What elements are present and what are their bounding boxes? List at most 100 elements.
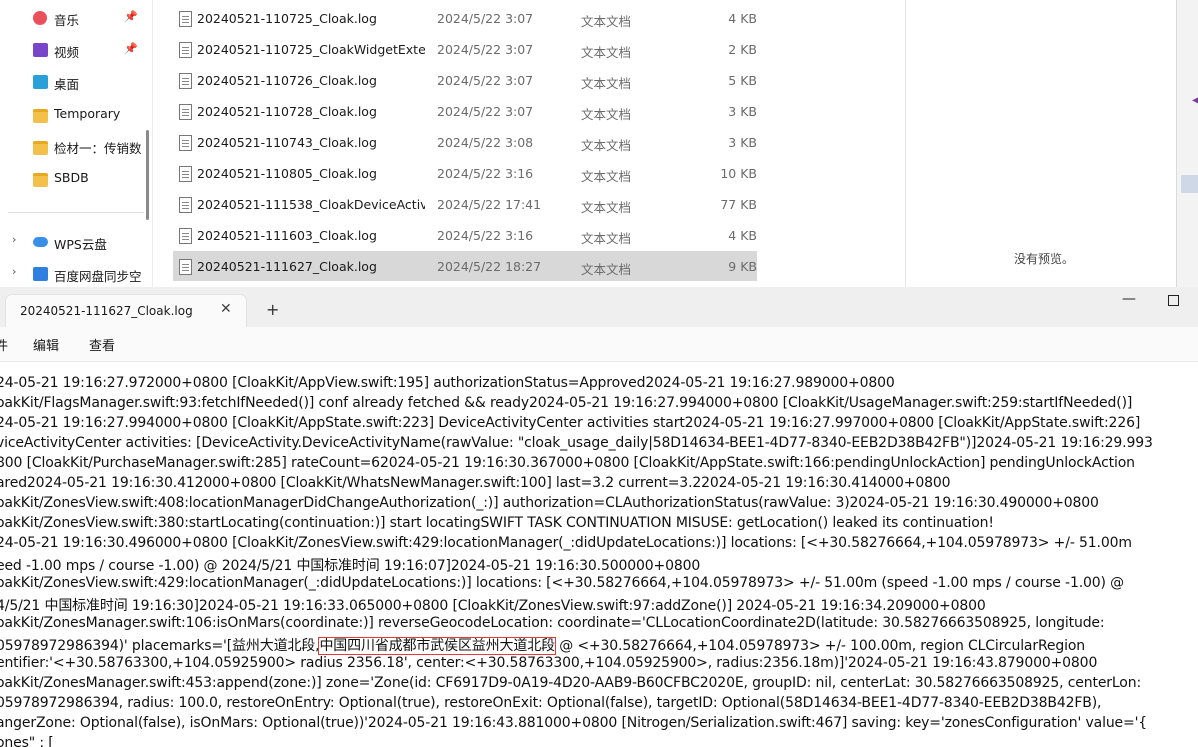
- text-file-icon: [179, 11, 192, 27]
- video-icon: [33, 43, 48, 57]
- pin-icon: 📌: [124, 10, 138, 23]
- file-row[interactable]: 20240521-111603_Cloak.log 2024/5/22 3:16…: [173, 220, 757, 250]
- file-name: 20240521-111603_Cloak.log: [197, 228, 377, 243]
- nav-item-evidence-folder[interactable]: 检材一：传销数: [0, 132, 152, 160]
- nav-item-label: 视频: [54, 45, 80, 60]
- highlighted-address: 中国四川省成都市武侯区益州大道北段: [318, 637, 556, 655]
- file-row[interactable]: 20240521-110743_Cloak.log 2024/5/22 3:08…: [173, 127, 757, 157]
- maximize-button[interactable]: [1168, 295, 1179, 306]
- text-line: oakKit/ZonesView.swift:429:locationManag…: [0, 575, 1124, 591]
- file-row[interactable]: 20240521-110805_Cloak.log 2024/5/22 3:16…: [173, 158, 757, 188]
- text-line: angerZone: Optional(false), isOnMars: Op…: [0, 715, 1148, 731]
- preview-pane: 没有预览。: [906, 0, 1176, 287]
- menu-file[interactable]: 件: [0, 335, 8, 354]
- file-date: 2024/5/22 3:07: [437, 11, 534, 26]
- minimize-button[interactable]: —: [1122, 291, 1136, 307]
- text-line: 24-05-21 19:16:27.972000+0800 [CloakKit/…: [0, 375, 895, 391]
- file-size: 4 KB: [728, 11, 757, 26]
- background-window-edge: ◀: [1176, 0, 1198, 287]
- file-type: 文本文档: [581, 200, 632, 215]
- file-type: 文本文档: [581, 169, 632, 184]
- text-file-icon: [179, 104, 192, 120]
- tab-title: 20240521-111627_Cloak.log: [20, 304, 193, 318]
- file-type: 文本文档: [581, 231, 632, 246]
- file-size: 9 KB: [728, 259, 757, 274]
- nav-item-label: 检材一：传销数: [54, 141, 142, 156]
- background-window-block: [1181, 175, 1198, 193]
- chevron-right-icon[interactable]: ›: [12, 265, 16, 278]
- nav-item-music[interactable]: 音乐 📌: [0, 4, 152, 32]
- arrow-icon: ◀: [1192, 95, 1198, 106]
- file-row-selected[interactable]: 20240521-111627_Cloak.log 2024/5/22 18:2…: [173, 251, 757, 281]
- file-size: 77 KB: [720, 197, 757, 212]
- close-tab-icon[interactable]: ✕: [220, 301, 232, 317]
- text-file-icon: [179, 73, 192, 89]
- text-line: oakKit/ZonesManager.swift:106:isOnMars(c…: [0, 615, 1105, 631]
- menu-view[interactable]: 查看: [89, 335, 115, 354]
- file-row[interactable]: 20240521-110725_CloakWidgetExten... 2024…: [173, 34, 757, 64]
- text-segment: @ <+30.58276664,+104.05978973> +/- 100.0…: [554, 638, 1085, 654]
- file-row[interactable]: 20240521-110726_Cloak.log 2024/5/22 3:07…: [173, 65, 757, 95]
- nav-item-temporary[interactable]: Temporary: [0, 100, 152, 128]
- file-name: 20240521-110726_Cloak.log: [197, 73, 377, 88]
- nav-item-wps-cloud[interactable]: › WPS云盘: [0, 228, 152, 256]
- nav-item-baidu-netdisk[interactable]: › 百度网盘同步空: [0, 260, 152, 287]
- text-line: 800 [CloakKit/PurchaseManager.swift:285]…: [0, 455, 1135, 471]
- file-row[interactable]: 20240521-111538_CloakDeviceActivit... 20…: [173, 189, 757, 219]
- file-type: 文本文档: [581, 262, 632, 277]
- nav-item-video[interactable]: 视频 📌: [0, 36, 152, 64]
- text-segment: 05978972986394)' placemarks='[益州大道北段,: [0, 638, 320, 654]
- text-line: oakKit/FlagsManager.swift:93:fetchIfNeed…: [0, 395, 1133, 411]
- file-type: 文本文档: [581, 138, 632, 153]
- nav-item-label: WPS云盘: [54, 237, 107, 252]
- text-line: 05978972986394)' placemarks='[益州大道北段,中国四…: [0, 635, 1085, 655]
- file-size: 4 KB: [728, 228, 757, 243]
- tab-active[interactable]: 20240521-111627_Cloak.log ✕: [6, 295, 246, 327]
- text-file-icon: [179, 197, 192, 213]
- nav-item-label: Temporary: [54, 106, 121, 121]
- text-line: viceActivityCenter activities: [DeviceAc…: [0, 435, 1153, 451]
- title-bar[interactable]: 20240521-111627_Cloak.log ✕ + —: [0, 287, 1198, 327]
- file-size: 3 KB: [728, 135, 757, 150]
- music-icon: [33, 11, 47, 25]
- folder-icon: [33, 173, 48, 187]
- text-line: eed -1.00 mps / course -1.00) @ 2024/5/2…: [0, 558, 701, 574]
- menu-bar: 件 编辑 查看: [0, 327, 1198, 362]
- menu-edit[interactable]: 编辑: [33, 335, 59, 354]
- file-date: 2024/5/22 3:08: [437, 135, 534, 150]
- nav-scrollbar[interactable]: [146, 130, 149, 220]
- nav-item-sbdb[interactable]: SBDB: [0, 164, 152, 192]
- chevron-right-icon[interactable]: ›: [12, 233, 16, 246]
- navigation-pane: 音乐 📌 视频 📌 桌面 Temporary 检材一：传销数 SBDB › WP…: [0, 0, 152, 287]
- new-tab-button[interactable]: +: [266, 300, 279, 319]
- file-explorer-window: 音乐 📌 视频 📌 桌面 Temporary 检材一：传销数 SBDB › WP…: [0, 0, 1198, 287]
- file-date: 2024/5/22 18:27: [437, 259, 542, 274]
- nav-divider: [8, 212, 144, 213]
- nav-item-label: 音乐: [54, 13, 80, 28]
- text-file-icon: [179, 166, 192, 182]
- text-editor[interactable]: 24-05-21 19:16:27.972000+0800 [CloakKit/…: [0, 362, 1198, 747]
- folder-icon: [33, 109, 48, 123]
- file-name: 20240521-110728_Cloak.log: [197, 104, 377, 119]
- text-line: oakKit/ZonesView.swift:408:locationManag…: [0, 495, 1099, 511]
- file-row[interactable]: 20240521-110725_Cloak.log 2024/5/22 3:07…: [173, 3, 757, 33]
- file-type: 文本文档: [581, 14, 632, 29]
- desktop-icon: [33, 75, 48, 89]
- baidu-netdisk-icon: [33, 267, 48, 281]
- text-line: entifier:'<+30.58763300,+104.05925900> r…: [0, 655, 1098, 671]
- wps-cloud-icon: [33, 237, 48, 247]
- file-date: 2024/5/22 3:07: [437, 73, 534, 88]
- text-line: ones" : [: [0, 735, 54, 747]
- file-name: 20240521-110805_Cloak.log: [197, 166, 377, 181]
- file-name: 20240521-111538_CloakDeviceActivit...: [197, 197, 425, 212]
- nav-item-desktop[interactable]: 桌面: [0, 68, 152, 96]
- text-line: 24-05-21 19:16:27.994000+0800 [CloakKit/…: [0, 415, 1141, 431]
- file-date: 2024/5/22 3:07: [437, 104, 534, 119]
- file-list: 20240521-110725_Cloak.log 2024/5/22 3:07…: [153, 0, 905, 287]
- file-size: 3 KB: [728, 104, 757, 119]
- file-date: 2024/5/22 3:16: [437, 228, 534, 243]
- file-row[interactable]: 20240521-110728_Cloak.log 2024/5/22 3:07…: [173, 96, 757, 126]
- pin-icon: 📌: [124, 42, 138, 55]
- file-date: 2024/5/22 17:41: [437, 197, 542, 212]
- file-type: 文本文档: [581, 107, 632, 122]
